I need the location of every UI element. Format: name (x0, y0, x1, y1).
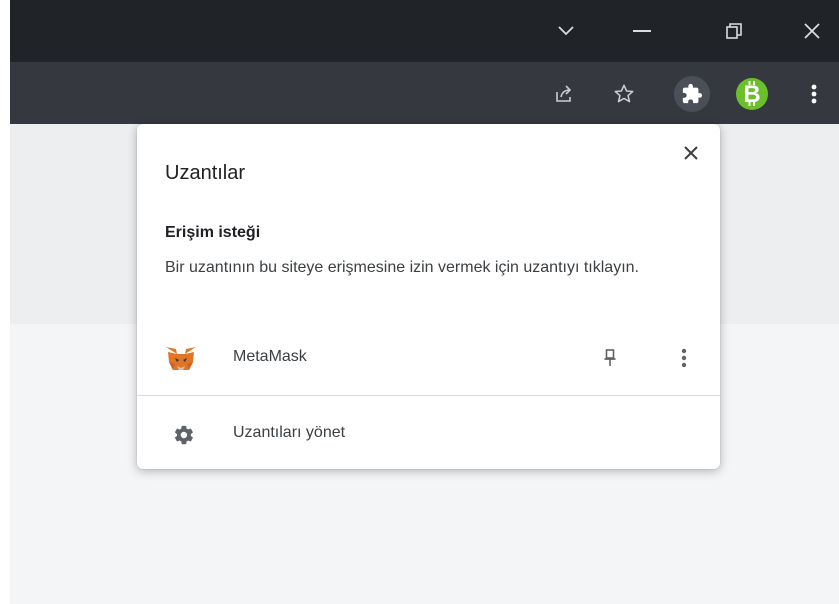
more-vert-icon (811, 84, 817, 104)
pin-icon (604, 349, 616, 366)
bookmark-button[interactable] (606, 76, 642, 112)
share-button[interactable] (546, 76, 582, 112)
manage-extensions-label: Uzantıları yönet (233, 424, 346, 441)
manage-extensions-button[interactable]: Uzantıları yönet (137, 410, 720, 460)
window-titlebar (0, 0, 839, 62)
svg-text:B: B (743, 81, 760, 108)
profile-avatar[interactable]: B (734, 76, 770, 112)
extension-name: MetaMask (233, 348, 307, 365)
extensions-button[interactable] (674, 76, 710, 112)
bitcoin-icon: B (736, 78, 768, 110)
chevron-down-icon (558, 26, 574, 36)
access-request-description: Bir uzantının bu siteye erişmesine izin … (165, 259, 639, 276)
popup-divider (137, 395, 720, 396)
pin-extension-button[interactable] (597, 344, 623, 372)
tab-search-button[interactable] (536, 0, 596, 62)
minimize-icon (633, 30, 651, 32)
access-request-heading: Erişim isteği (165, 224, 261, 241)
more-vert-icon (681, 348, 687, 368)
window-edge (0, 0, 10, 604)
window-close-button[interactable] (782, 0, 839, 62)
star-icon (614, 84, 634, 103)
restore-button[interactable] (704, 0, 764, 62)
gear-icon (174, 425, 193, 445)
minimize-button[interactable] (612, 0, 672, 62)
popup-close-button[interactable] (678, 140, 704, 166)
metamask-fox-icon (166, 347, 196, 370)
close-icon (684, 146, 698, 160)
restore-icon (726, 23, 742, 39)
chrome-menu-button[interactable] (796, 76, 832, 112)
popup-title: Uzantılar (165, 162, 246, 184)
extension-more-button[interactable] (671, 344, 697, 372)
extensions-popup: Uzantılar Erişim isteği Bir uzantının bu… (137, 124, 720, 469)
puzzle-icon (682, 83, 703, 104)
close-icon (804, 23, 820, 39)
share-icon (556, 85, 572, 102)
browser-toolbar (0, 62, 839, 124)
extension-row-metamask[interactable]: MetaMask (137, 338, 720, 378)
